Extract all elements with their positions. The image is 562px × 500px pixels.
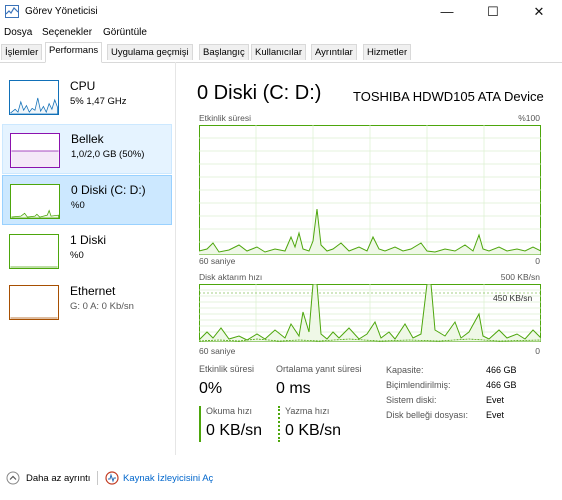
resource-monitor-link[interactable]: Kaynak İzleyicisini Aç xyxy=(123,473,213,484)
sidebar-item-label: 1 Diski xyxy=(70,233,107,247)
transfer-graph-label: Disk aktarım hızı xyxy=(199,272,263,282)
sidebar-item-sub: %0 xyxy=(71,200,85,211)
transfer-rate-graph xyxy=(199,284,541,342)
disk-1-thumbnail-graph xyxy=(9,234,59,269)
write-speed-value: 0 KB/sn xyxy=(285,422,342,439)
minimize-button[interactable]: — xyxy=(424,0,470,24)
chevron-up-icon[interactable] xyxy=(6,471,20,485)
tab-users[interactable]: Kullanıcılar xyxy=(251,44,306,60)
system-disk-value: Evet xyxy=(486,395,505,405)
read-speed-value: 0 KB/sn xyxy=(206,422,263,439)
task-manager-icon xyxy=(5,5,19,18)
capacity-label: Kapasite: xyxy=(386,365,424,375)
menu-view[interactable]: Görüntüle xyxy=(103,27,147,38)
page-file-label: Disk belleği dosyası: xyxy=(386,410,469,420)
menu-options[interactable]: Seçenekler xyxy=(42,27,92,38)
sidebar-item-disk-1[interactable]: 1 Diski %0 xyxy=(2,226,172,276)
page-file-value: Evet xyxy=(486,410,505,420)
transfer-graph-min: 0 xyxy=(535,346,540,356)
device-name: TOSHIBA HDWD105 ATA Device xyxy=(353,89,544,104)
sidebar-item-label: 0 Diski (C: D:) xyxy=(71,183,146,197)
tab-bar: İşlemler Performans Uygulama geçmişi Baş… xyxy=(0,42,562,63)
window-title: Görev Yöneticisi xyxy=(25,6,98,17)
active-time-label: Etkinlik süresi xyxy=(199,364,255,374)
sidebar-item-sub: %0 xyxy=(70,250,84,261)
sidebar-item-memory[interactable]: Bellek 1,0/2,0 GB (50%) xyxy=(2,124,172,174)
formatted-value: 466 GB xyxy=(486,380,517,390)
tab-startup[interactable]: Başlangıç xyxy=(199,44,249,60)
transfer-graph-time: 60 saniye xyxy=(199,346,236,356)
memory-thumbnail-graph xyxy=(10,133,60,168)
activity-time-graph xyxy=(199,125,541,255)
tab-processes[interactable]: İşlemler xyxy=(1,44,43,60)
disk-0-thumbnail-graph xyxy=(10,184,60,219)
tab-details[interactable]: Ayrıntılar xyxy=(311,44,357,60)
sidebar-item-label: CPU xyxy=(70,79,96,93)
ethernet-thumbnail-graph xyxy=(9,285,59,320)
close-button[interactable]: ✕ xyxy=(516,0,562,24)
tab-performance[interactable]: Performans xyxy=(45,42,103,63)
tab-app-history[interactable]: Uygulama geçmişi xyxy=(107,44,193,60)
menu-file[interactable]: Dosya xyxy=(4,27,32,38)
footer: Daha az ayrıntı Kaynak İzleyicisini Aç xyxy=(0,455,562,500)
activity-graph-min: 0 xyxy=(535,256,540,266)
sidebar-item-cpu[interactable]: CPU 5% 1,47 GHz xyxy=(2,72,172,122)
footer-divider xyxy=(97,471,98,485)
activity-graph-max: %100 xyxy=(518,113,540,123)
resource-monitor-icon[interactable] xyxy=(105,471,119,485)
system-disk-label: Sistem diski: xyxy=(386,395,437,405)
response-time-label: Ortalama yanıt süresi xyxy=(276,364,362,374)
activity-graph-label: Etkinlik süresi xyxy=(199,113,251,123)
read-speed-label: Okuma hızı xyxy=(206,406,253,416)
formatted-label: Biçimlendirilmiş: xyxy=(386,380,451,390)
capacity-value: 466 GB xyxy=(486,365,517,375)
maximize-button[interactable]: ☐ xyxy=(470,0,516,24)
page-title: 0 Diski (C: D:) xyxy=(197,82,322,104)
tab-services[interactable]: Hizmetler xyxy=(363,44,412,60)
menu-bar: Dosya Seçenekler Görüntüle xyxy=(0,24,562,42)
write-speed-marker xyxy=(278,406,280,442)
activity-graph-time: 60 saniye xyxy=(199,256,236,266)
sidebar-item-sub: 1,0/2,0 GB (50%) xyxy=(71,149,145,160)
cpu-thumbnail-graph xyxy=(9,80,59,115)
title-bar: Görev Yöneticisi — ☐ ✕ xyxy=(0,0,562,24)
sidebar-item-label: Ethernet xyxy=(70,284,116,298)
active-time-value: 0% xyxy=(199,380,223,397)
sidebar-item-ethernet[interactable]: Ethernet G: 0 A: 0 Kb/sn xyxy=(2,277,172,327)
write-speed-label: Yazma hızı xyxy=(285,406,330,416)
less-details-link[interactable]: Daha az ayrıntı xyxy=(26,473,90,484)
sidebar-item-sub: 5% 1,47 GHz xyxy=(70,96,127,107)
sidebar-item-sub: G: 0 A: 0 Kb/sn xyxy=(70,301,134,312)
transfer-graph-max: 500 KB/sn xyxy=(500,272,540,282)
transfer-graph-inner-max: 450 KB/sn xyxy=(493,293,533,303)
sidebar-item-label: Bellek xyxy=(71,132,104,146)
read-speed-marker xyxy=(199,406,201,442)
sidebar: CPU 5% 1,47 GHz Bellek 1,0/2,0 GB (50%) … xyxy=(0,62,176,455)
response-time-value: 0 ms xyxy=(276,380,311,397)
sidebar-item-disk-0[interactable]: 0 Diski (C: D:) %0 xyxy=(2,175,172,225)
